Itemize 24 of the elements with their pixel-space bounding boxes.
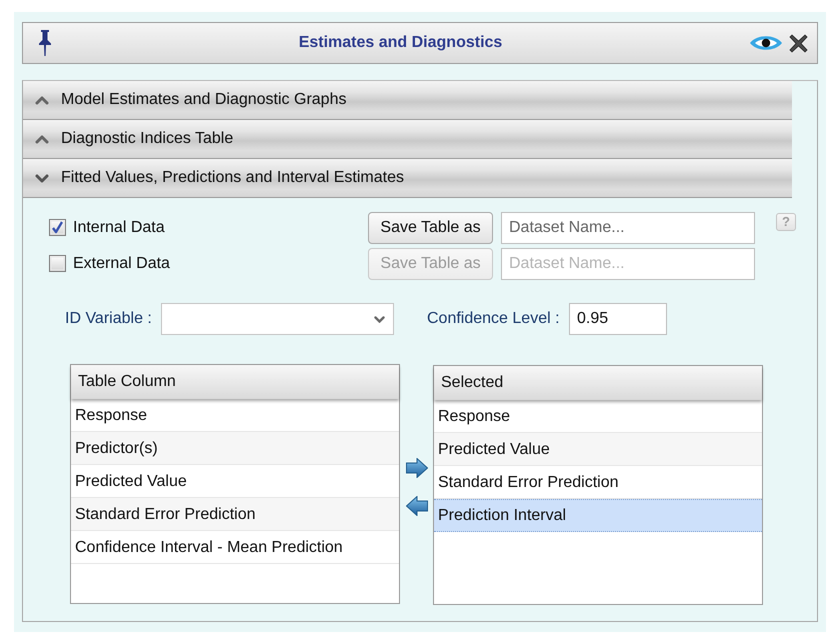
list-item[interactable]: Prediction Interval xyxy=(434,499,762,532)
checkbox-label: External Data xyxy=(73,254,170,272)
chevron-down-icon xyxy=(374,316,385,322)
arrow-left-icon[interactable] xyxy=(406,496,428,516)
eye-icon[interactable] xyxy=(749,34,783,52)
confidence-level-field[interactable]: 0.95 xyxy=(569,303,667,335)
save-table-button[interactable]: Save Table as xyxy=(368,212,493,244)
arrow-right-icon[interactable] xyxy=(406,458,428,478)
dataset-name-field[interactable]: Dataset Name... xyxy=(501,212,755,244)
list-item[interactable]: Predictor(s) xyxy=(71,432,399,465)
pin-icon[interactable] xyxy=(38,30,52,56)
section-header[interactable]: Diagnostic Indices Table xyxy=(23,120,792,159)
close-icon[interactable] xyxy=(789,34,808,52)
window-title: Estimates and Diagnostics xyxy=(298,34,504,52)
list-header: Table Column xyxy=(71,365,399,399)
list-item[interactable]: Standard Error Prediction xyxy=(71,498,399,531)
list-item[interactable]: Predicted Value xyxy=(434,433,762,466)
section-header[interactable]: Fitted Values, Predictions and Interval Estimates xyxy=(23,159,792,198)
list-header: Selected xyxy=(434,366,762,400)
checkbox[interactable] xyxy=(49,219,66,236)
checkbox-label: Internal Data xyxy=(73,218,165,236)
section-header[interactable]: Model Estimates and Diagnostic Graphs xyxy=(23,81,792,120)
field-label: ID Variable : xyxy=(65,310,153,328)
field-label: Confidence Level : xyxy=(427,310,561,328)
